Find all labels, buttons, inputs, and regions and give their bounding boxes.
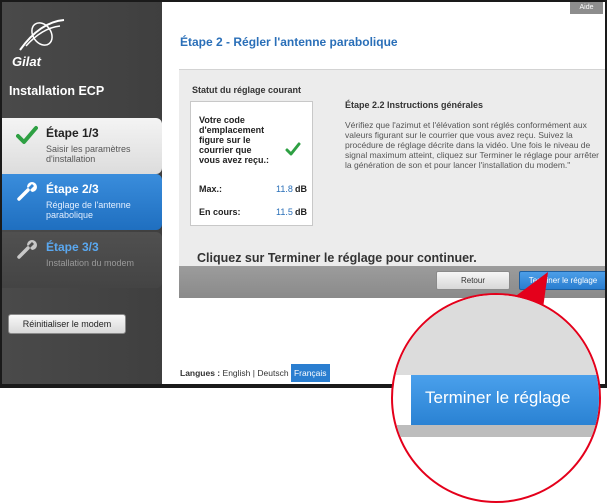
magnifier-callout: Terminer le réglage [391,293,601,503]
step-2-item[interactable]: Étape 2/3 Réglage de l'antenne paraboliq… [2,174,162,230]
status-box: Votre code d'emplacement figure sur le c… [190,101,313,226]
check-icon [16,126,38,144]
page-title: Étape 2 - Régler l'antenne parabolique [180,35,398,49]
max-value: 11.8 [276,184,293,194]
language-separator: | [252,368,256,378]
language-selector: Langues : English | Deutsch Français [180,364,330,382]
step-1-item[interactable]: Étape 1/3 Saisir les paramètres d'instal… [2,118,162,174]
max-label: Max.: [199,184,223,194]
help-button[interactable]: Aide [570,2,603,14]
current-value: 11.5 [276,207,293,217]
sidebar: Gilat Installation ECP Étape 1/3 Saisir … [2,2,162,384]
magnified-finish-label: Terminer le réglage [425,388,571,407]
current-unit: dB [295,207,307,217]
reset-modem-button[interactable]: Réinitialiser le modem [8,314,126,334]
step-2-desc: Réglage de l'antenne parabolique [46,200,131,220]
magnifier-background [393,295,599,375]
instructions-body: Vérifiez que l'azimut et l'élévation son… [345,120,600,170]
magnified-finish-button: Terminer le réglage [411,375,599,425]
max-unit: dB [295,184,307,194]
finish-alignment-button[interactable]: Terminer le réglage [519,271,605,290]
check-icon [285,142,301,156]
language-francais-link[interactable]: Français [290,364,330,382]
language-english-link[interactable]: English [223,368,251,378]
back-button[interactable]: Retour [436,271,510,290]
gilat-logo: Gilat [10,14,70,70]
alignment-panel: Statut du réglage courant Votre code d'e… [179,69,605,298]
button-bar: Retour Terminer le réglage [179,266,605,298]
step-3-title: Étape 3/3 [46,240,99,254]
sidebar-title: Installation ECP [9,84,105,98]
satellite-logo-icon [19,19,65,51]
magnifier-bar [393,425,599,437]
step-2-title: Étape 2/3 [46,182,99,196]
instructions-heading: Étape 2.2 Instructions générales [345,100,484,110]
continue-prompt: Cliquez sur Terminer le réglage pour con… [197,251,477,265]
page-root: Gilat Installation ECP Étape 1/3 Saisir … [0,0,609,504]
wrench-icon [17,240,37,259]
logo-text: Gilat [12,54,41,69]
current-label: En cours: [199,207,241,217]
wrench-icon [17,182,37,201]
step-1-title: Étape 1/3 [46,126,99,140]
step-3-item[interactable]: Étape 3/3 Installation du modem [2,232,162,288]
location-code-label: Votre code d'emplacement figure sur le c… [199,115,270,165]
language-label: Langues : [180,368,221,378]
language-deutsch-link[interactable]: Deutsch [257,368,288,378]
step-1-desc: Saisir les paramètres d'installation [46,144,131,164]
status-heading: Statut du réglage courant [192,85,302,95]
step-3-desc: Installation du modem [46,258,135,268]
